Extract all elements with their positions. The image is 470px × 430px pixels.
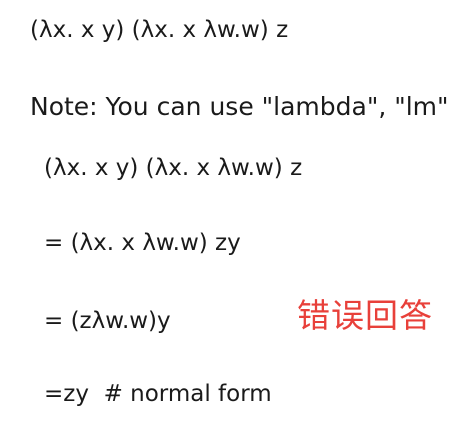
reduction-step-normal-form: =zy # normal form (44, 381, 272, 407)
lambda-expression: (λx. x y) (λx. x λw.w) z (30, 17, 289, 43)
reduction-step-2: = (zλw.w)y (44, 308, 171, 334)
usage-note: Note: You can use "lambda", "lm" (30, 94, 449, 119)
wrong-answer-label: 错误回答 (297, 296, 433, 335)
reduction-step-original: (λx. x y) (λx. x λw.w) z (44, 155, 303, 181)
reduction-step-1: = (λx. x λw.w) zy (44, 230, 241, 256)
